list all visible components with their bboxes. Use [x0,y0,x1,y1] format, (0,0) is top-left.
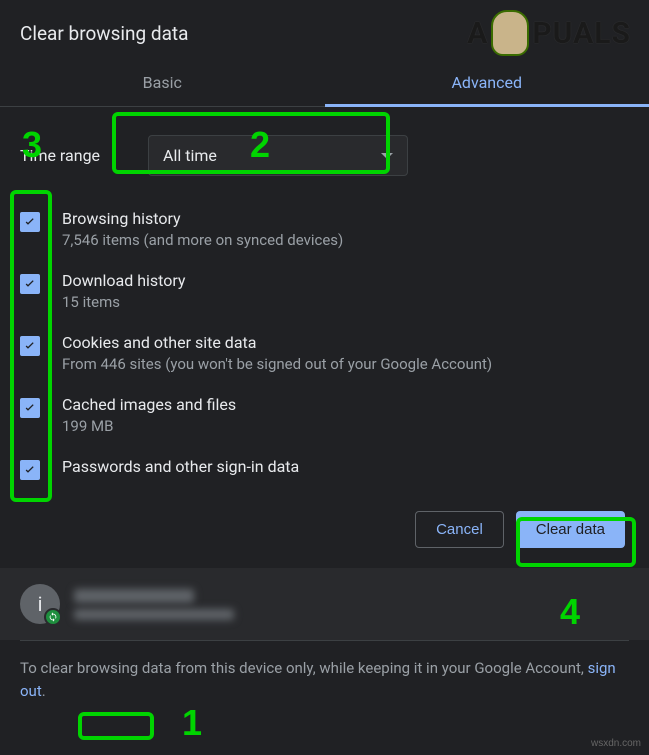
time-range-row: Time range All time [0,107,649,192]
account-info-blurred [74,589,234,620]
option-download-history[interactable]: Download history 15 items [20,260,629,322]
option-title: Cookies and other site data [62,333,629,352]
clear-data-button[interactable]: Clear data [516,511,625,548]
option-sub: 7,546 items (and more on synced devices) [62,231,629,249]
checkbox[interactable] [20,274,40,294]
logo-head-icon [491,10,529,56]
avatar-letter: i [38,592,43,616]
option-title: Cached images and files [62,395,629,414]
footer-text-pre: To clear browsing data from this device … [20,659,588,677]
cancel-button[interactable]: Cancel [415,511,504,548]
checkbox[interactable] [20,336,40,356]
sync-icon [44,608,62,626]
tab-basic[interactable]: Basic [0,59,325,106]
corner-watermark: wsxdn.com [591,738,641,749]
option-browsing-history[interactable]: Browsing history 7,546 items (and more o… [20,198,629,260]
checkbox[interactable] [20,460,40,480]
option-sub: 199 MB [62,417,629,435]
dialog-buttons: Cancel Clear data [0,491,649,568]
footer-text-post: . [42,682,46,700]
option-cached[interactable]: Cached images and files 199 MB [20,384,629,446]
checkbox[interactable] [20,212,40,232]
account-strip: i [0,568,649,640]
option-title: Download history [62,271,629,290]
options-list: Browsing history 7,546 items (and more o… [0,192,649,491]
footer-note: To clear browsing data from this device … [0,641,649,718]
time-range-label: Time range [20,146,100,165]
avatar: i [20,584,60,624]
logo-text-right: PUALS [532,16,631,51]
logo-text-left: A [467,16,488,51]
time-range-select[interactable]: All time [148,135,408,176]
option-cookies[interactable]: Cookies and other site data From 446 sit… [20,322,629,384]
option-sub: From 446 sites (you won't be signed out … [62,355,629,373]
option-passwords[interactable]: Passwords and other sign-in data [20,446,629,491]
option-title: Passwords and other sign-in data [62,457,629,476]
checkbox[interactable] [20,398,40,418]
option-title: Browsing history [62,209,629,228]
tab-bar: Basic Advanced [0,59,649,107]
watermark-logo: A PUALS [467,10,631,56]
time-range-value: All time [163,146,217,165]
chevron-down-icon [381,153,393,159]
tab-advanced[interactable]: Advanced [325,59,649,106]
option-sub: 15 items [62,293,629,311]
